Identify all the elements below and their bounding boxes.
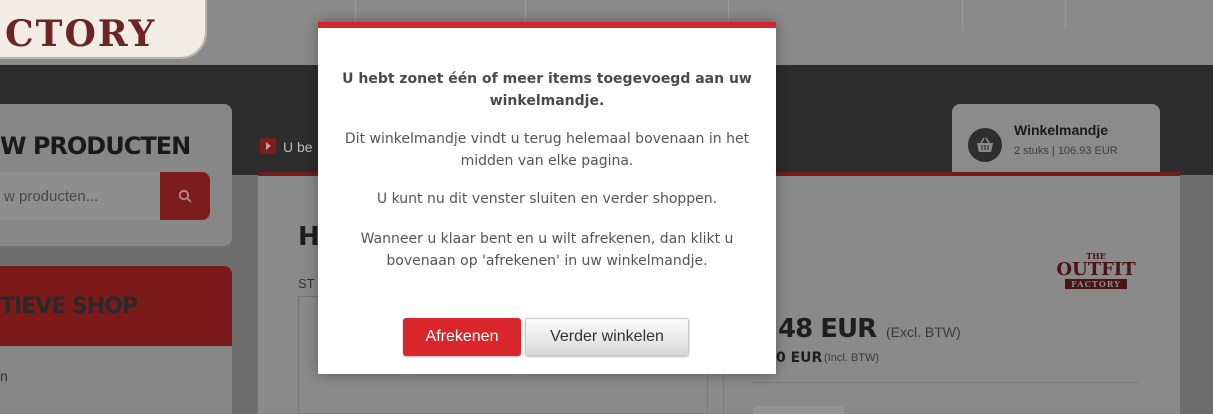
- quantity-field[interactable]: [754, 406, 844, 414]
- added-to-cart-dialog: U hebt zonet één of meer items toegevoeg…: [318, 22, 776, 374]
- shop-panel-title: TIEVE SHOP: [0, 294, 138, 319]
- search-input[interactable]: [0, 172, 162, 220]
- breadcrumb-arrow-icon: [260, 138, 276, 154]
- search-panel-title: W PRODUCTEN: [0, 132, 191, 160]
- dialog-message-location: Dit winkelmandje vindt u terug helemaal …: [344, 131, 750, 169]
- price-excl-vat-note: (Excl. BTW): [886, 324, 961, 340]
- product-title: H: [298, 222, 320, 252]
- continue-shopping-button[interactable]: Verder winkelen: [525, 318, 689, 356]
- divider: [752, 382, 1138, 383]
- dialog-message-checkout: Wanneer u klaar bent en u wilt afrekenen…: [360, 231, 734, 269]
- stock-label: ST: [298, 276, 315, 291]
- price-incl-vat-note: (Incl. BTW): [824, 352, 879, 364]
- breadcrumb: U be: [283, 139, 313, 155]
- site-logo[interactable]: CTORY: [0, 0, 210, 62]
- brand-logo-factory: FACTORY: [1065, 279, 1127, 289]
- logo-text: CTORY: [5, 13, 157, 55]
- search-button[interactable]: [160, 172, 210, 220]
- price-incl-vat: 0 EUR: [776, 350, 823, 366]
- search-icon: [178, 189, 192, 203]
- checkout-button[interactable]: Afrekenen: [403, 318, 521, 356]
- cart-widget[interactable]: Winkelmandje 2 stuks | 106.93 EUR: [952, 104, 1160, 174]
- brand-logo-outfit: OUTFIT: [1056, 259, 1136, 280]
- dialog-message-continue: U kunt nu dit venster sluiten en verder …: [376, 191, 718, 207]
- brand-logo: THE OUTFIT FACTORY: [1054, 242, 1138, 298]
- cart-summary: 2 stuks | 106.93 EUR: [1014, 145, 1118, 157]
- cart-title: Winkelmandje: [1014, 122, 1109, 138]
- nav-divider: [962, 0, 963, 30]
- shop-menu-item[interactable]: n: [0, 368, 8, 384]
- basket-icon: [968, 128, 1002, 162]
- price-excl-vat: 48 EUR: [778, 314, 877, 344]
- product-search-panel: W PRODUCTEN: [0, 104, 232, 246]
- nav-divider: [1065, 0, 1066, 30]
- shop-menu: n: [0, 346, 232, 414]
- dialog-message-added: U hebt zonet één of meer items toegevoeg…: [342, 71, 752, 109]
- shop-panel-header: TIEVE SHOP: [0, 266, 232, 346]
